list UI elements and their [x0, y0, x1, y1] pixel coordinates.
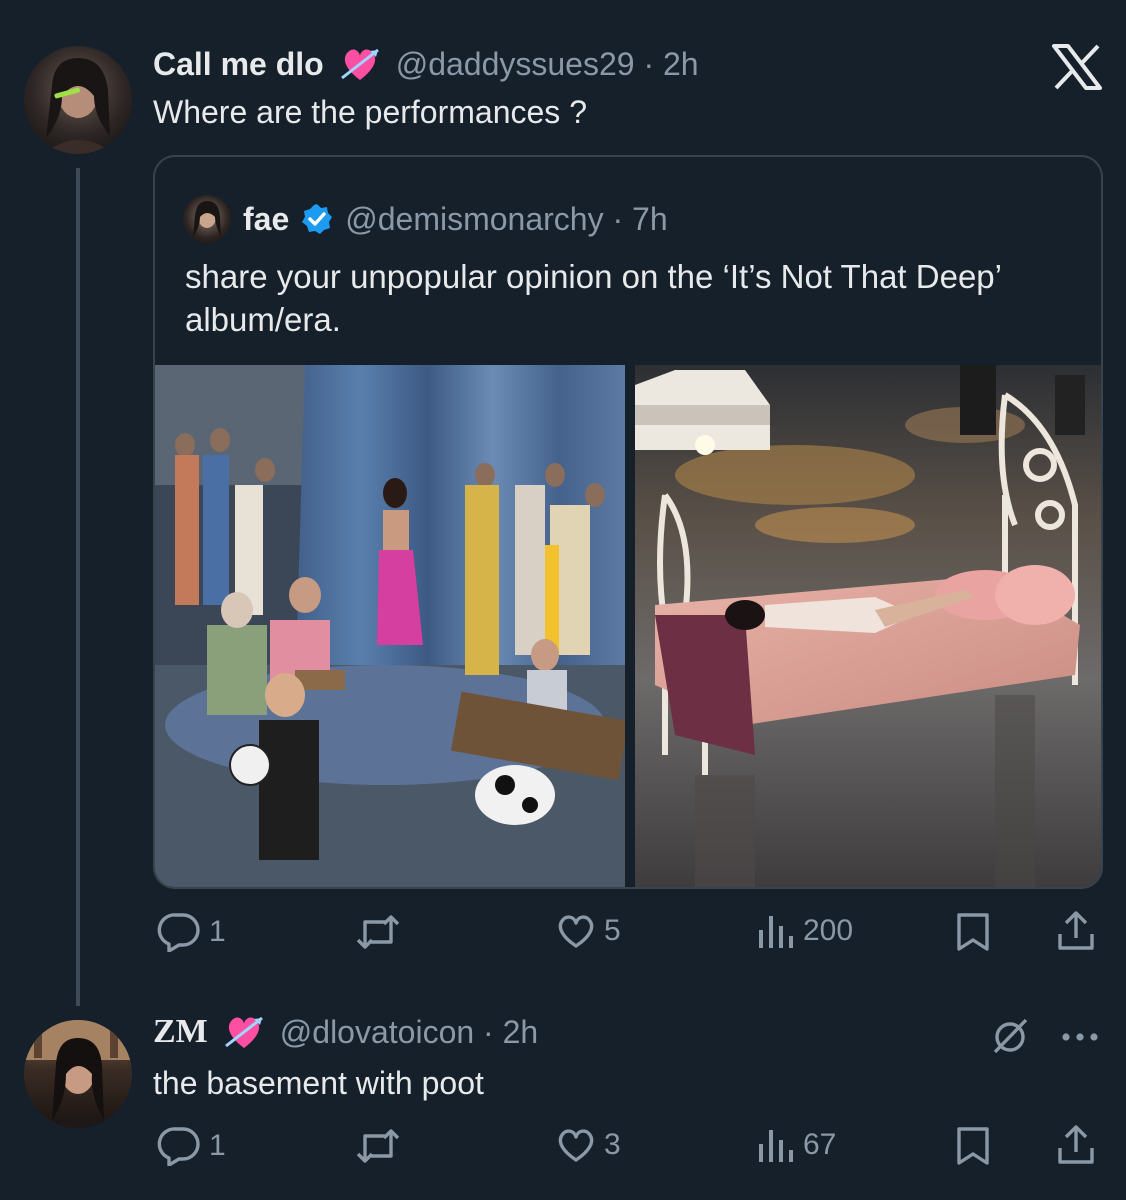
photo-bed-on-wet-street[interactable]	[635, 365, 1101, 887]
display-name[interactable]: Call me dlo	[153, 46, 324, 83]
share-icon	[1058, 911, 1094, 950]
bookmark-button[interactable]	[955, 912, 991, 957]
reply-count: 1	[209, 1129, 226, 1162]
heart-with-arrow-icon	[338, 44, 382, 84]
quote-handle-timestamp[interactable]: @demismonarchy · 7h	[345, 201, 667, 238]
reply-icon	[157, 913, 200, 952]
share-icon	[1058, 1125, 1094, 1164]
tweet-text: Where are the performances ?	[153, 94, 587, 130]
heart-with-arrow-icon	[222, 1012, 266, 1052]
tweet-header: ZM @dlovatoicon · 2h	[153, 1012, 538, 1052]
reply-icon	[157, 1127, 200, 1166]
more-options-icon[interactable]	[1060, 1030, 1100, 1048]
handle-timestamp[interactable]: @dlovatoicon · 2h	[280, 1014, 538, 1051]
views-button[interactable]: 200	[757, 912, 853, 950]
retweet-button[interactable]	[355, 1126, 409, 1166]
retweet-button[interactable]	[355, 912, 409, 952]
photo-crowd-scene[interactable]	[155, 365, 625, 887]
like-count: 3	[604, 1128, 621, 1161]
avatar[interactable]	[183, 195, 231, 243]
view-count: 200	[803, 914, 854, 947]
quote-text: share your unpopular opinion on the ‘It’…	[185, 258, 1001, 338]
like-count: 5	[604, 914, 621, 947]
tweet-text: the basement with poot	[153, 1065, 484, 1101]
bookmark-icon	[957, 913, 989, 951]
quote-header: fae @demismonarchy · 7h	[183, 195, 668, 243]
avatar-image	[24, 1020, 132, 1128]
quote-display-name[interactable]: fae	[243, 201, 289, 238]
share-button[interactable]	[1056, 910, 1096, 957]
x-logo-icon[interactable]	[1052, 44, 1102, 90]
heart-icon	[558, 1129, 594, 1162]
retweet-icon	[356, 1129, 400, 1163]
view-count: 67	[803, 1128, 837, 1161]
bookmark-button[interactable]	[955, 1126, 991, 1171]
views-chart-icon	[759, 1130, 793, 1162]
reply-count: 1	[209, 915, 226, 948]
bookmark-icon	[957, 1127, 989, 1165]
heart-icon	[558, 915, 594, 948]
thread-connector	[76, 168, 80, 1006]
quoted-tweet[interactable]: fae @demismonarchy · 7h share your unpop…	[153, 155, 1103, 889]
reply-button[interactable]: 1	[157, 912, 226, 952]
avatar-image	[44, 58, 114, 154]
tweet-header: Call me dlo @daddyssues29 · 2h	[153, 44, 699, 84]
handle-timestamp[interactable]: @daddyssues29 · 2h	[396, 46, 699, 83]
like-button[interactable]: 5	[556, 912, 621, 950]
avatar[interactable]	[24, 46, 132, 154]
avatar[interactable]	[24, 1020, 132, 1128]
like-button[interactable]: 3	[556, 1126, 621, 1164]
verified-badge-icon	[301, 203, 333, 235]
share-button[interactable]	[1056, 1124, 1096, 1171]
reply-button[interactable]: 1	[157, 1126, 226, 1166]
views-chart-icon	[759, 916, 793, 948]
retweet-icon	[356, 915, 400, 949]
display-name[interactable]: ZM	[153, 1013, 208, 1051]
views-button[interactable]: 67	[757, 1126, 836, 1164]
grok-icon[interactable]	[990, 1016, 1030, 1061]
